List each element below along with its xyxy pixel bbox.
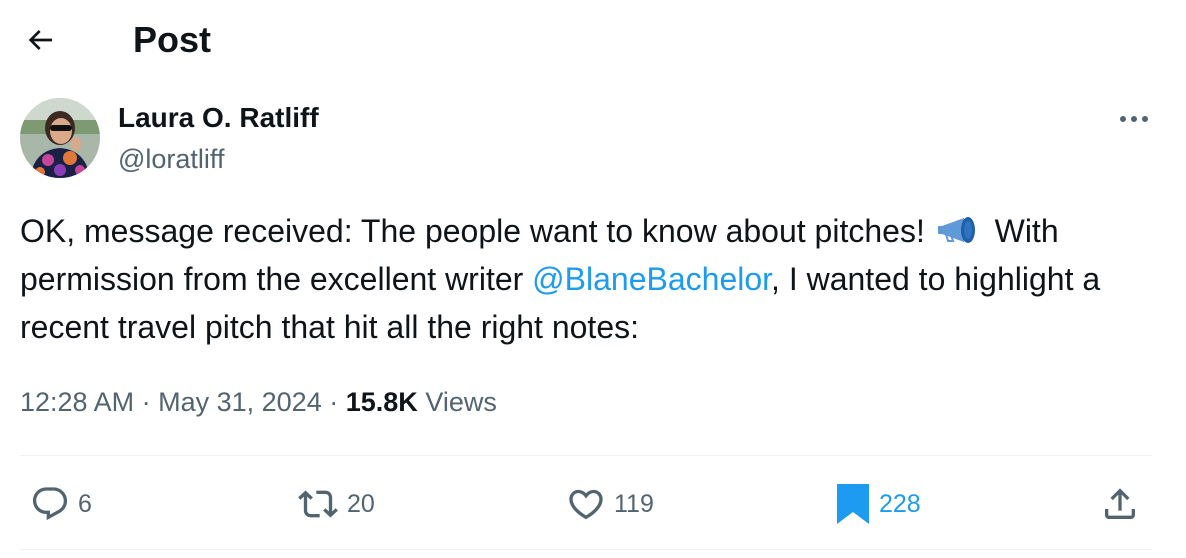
arrow-left-icon [28, 30, 52, 50]
repost-button[interactable]: 20 [297, 482, 375, 526]
action-bar: 6 20 119 228 [0, 466, 1186, 542]
bookmark-filled-icon [837, 484, 869, 524]
reply-icon [32, 487, 68, 521]
author-handle[interactable]: @loratliff [118, 142, 224, 176]
views-count: 15.8K [345, 387, 418, 417]
author-name[interactable]: Laura O. Ratliff [118, 101, 319, 135]
repost-icon [298, 490, 338, 518]
mention-link[interactable]: @BlaneBachelor [532, 261, 771, 297]
tweet-text: OK, message received: The people want to… [20, 207, 1160, 351]
meta-separator: · [141, 387, 151, 417]
divider [20, 549, 1152, 550]
tweet-date[interactable]: May 31, 2024 [158, 387, 322, 417]
more-horizontal-icon [1120, 116, 1148, 122]
tweet-time[interactable]: 12:28 AM [20, 387, 134, 417]
megaphone-emoji [937, 211, 982, 243]
page-title: Post [133, 19, 212, 60]
repost-count: 20 [347, 490, 375, 518]
back-button[interactable] [22, 22, 58, 58]
tweet-text-part1: OK, message received: The people want to… [20, 213, 925, 249]
meta-separator: · [329, 387, 339, 417]
views-label: Views [425, 387, 497, 417]
bookmark-count: 228 [879, 490, 921, 518]
like-count: 119 [614, 490, 654, 518]
reply-button[interactable]: 6 [30, 482, 92, 526]
bookmark-button[interactable]: 228 [835, 482, 921, 526]
avatar[interactable] [20, 98, 100, 178]
share-button[interactable] [1100, 482, 1140, 526]
post-header: Post [0, 0, 1186, 84]
tweet-meta: 12:28 AM · May 31, 2024 · 15.8K Views [20, 384, 497, 420]
more-options-button[interactable] [1112, 104, 1156, 134]
heart-icon [569, 489, 603, 520]
reply-count: 6 [78, 490, 92, 518]
like-button[interactable]: 119 [566, 482, 654, 526]
share-icon [1105, 488, 1135, 519]
divider [20, 455, 1152, 456]
